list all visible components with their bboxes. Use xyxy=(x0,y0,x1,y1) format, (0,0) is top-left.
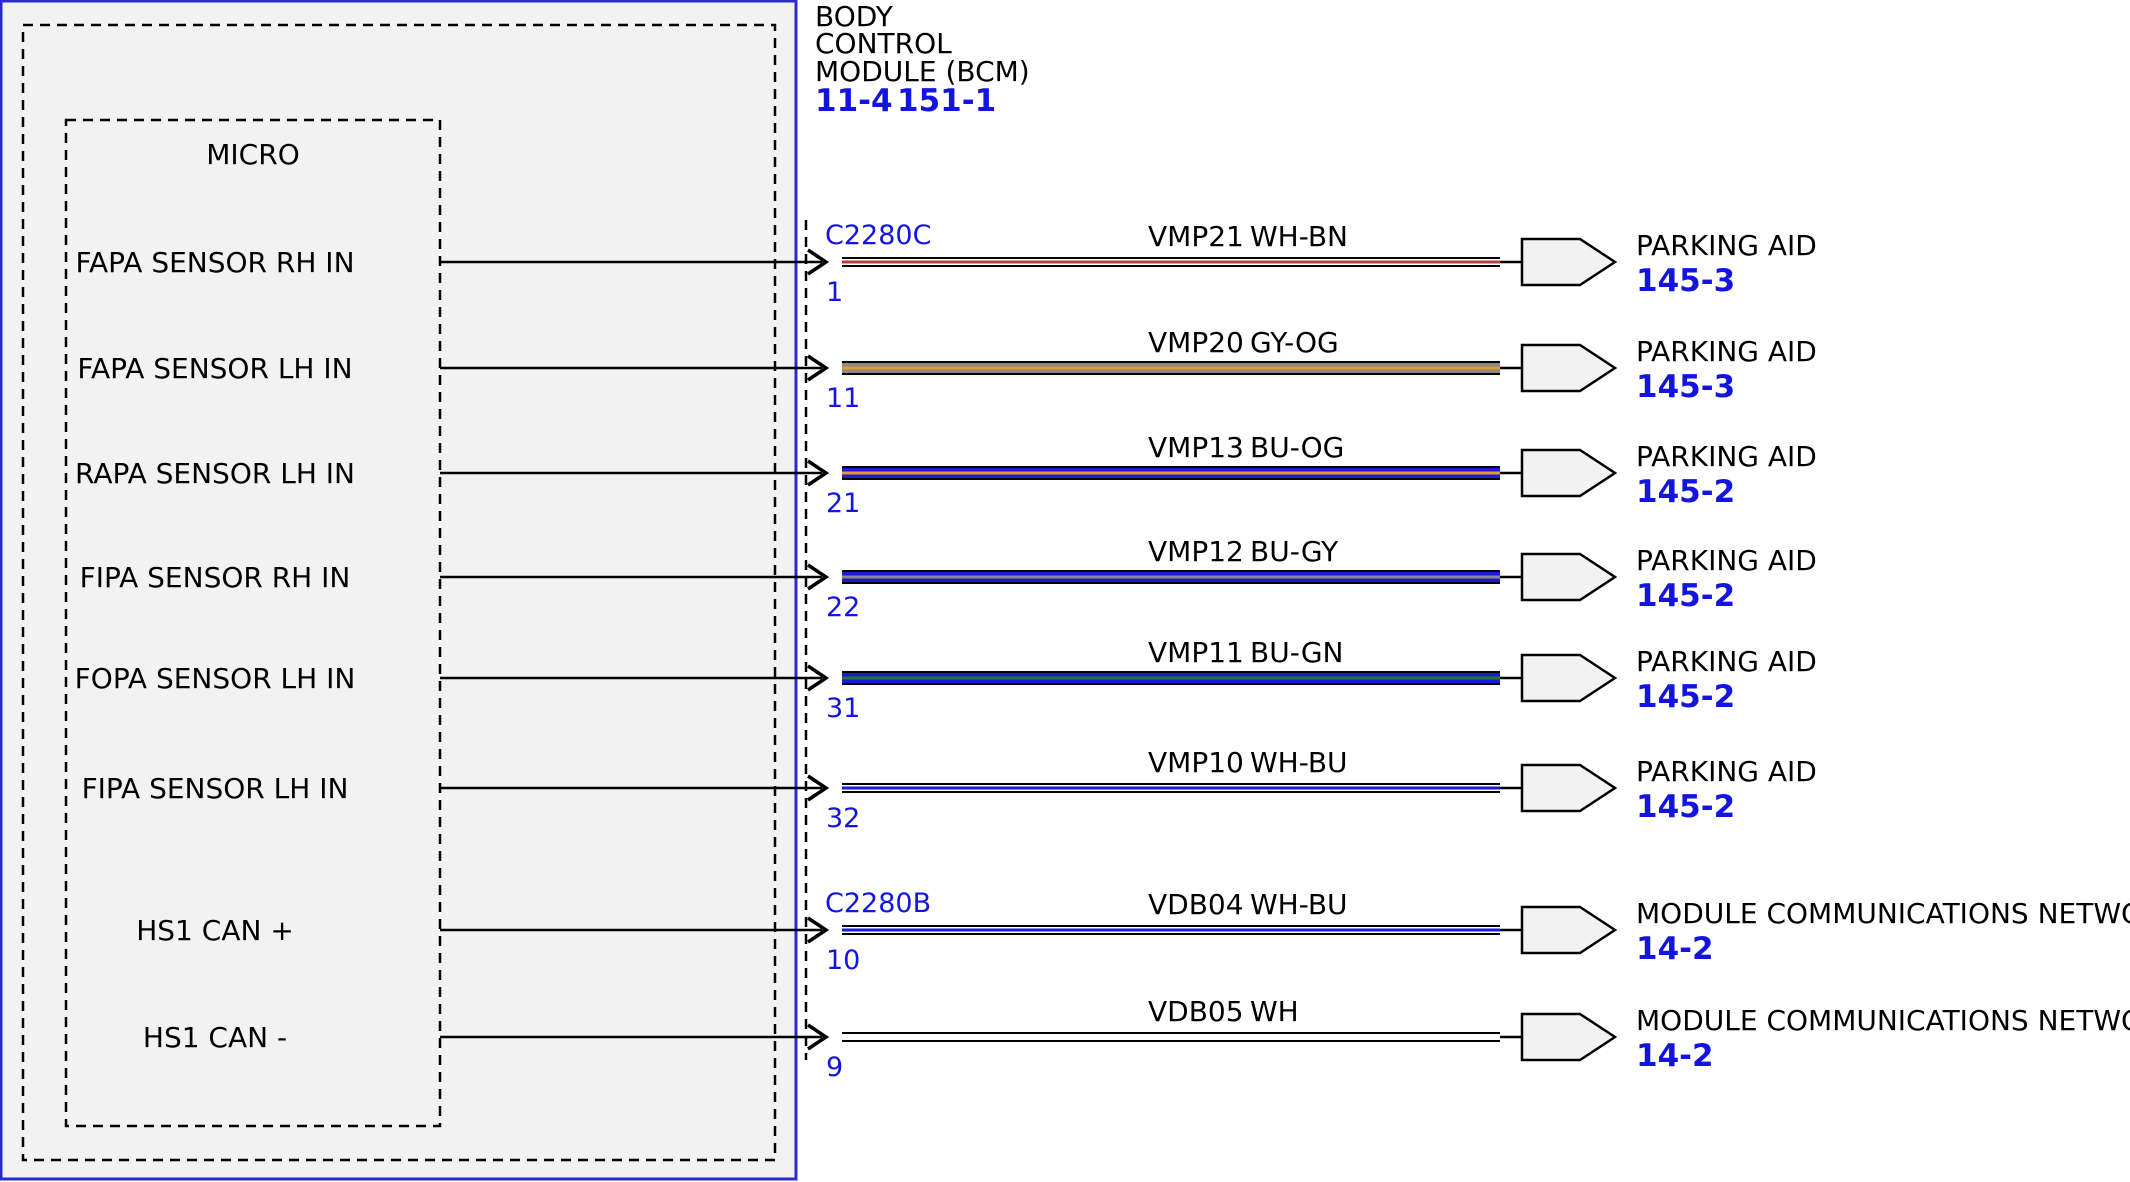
signal-label: HS1 CAN - xyxy=(143,1021,287,1054)
wire-stripe xyxy=(842,471,1500,475)
destination-ref[interactable]: 145-2 xyxy=(1636,679,1735,715)
circuit-id: VMP20 xyxy=(1148,326,1244,359)
connector-label-c2280c: C2280C xyxy=(825,220,931,251)
circuit-id: VMP10 xyxy=(1148,746,1244,779)
destination-arrow[interactable] xyxy=(1520,1012,1618,1062)
wire-stripe xyxy=(842,1035,1500,1039)
signal-label: FIPA SENSOR LH IN xyxy=(82,772,349,805)
destination-arrow[interactable] xyxy=(1520,763,1618,813)
wire-color-code: WH xyxy=(1250,995,1299,1028)
pin-number: 22 xyxy=(826,592,860,623)
wire-stripe xyxy=(842,260,1500,264)
wire-color-code: WH-BU xyxy=(1250,746,1348,779)
wire-color-code: BU-GN xyxy=(1250,636,1343,669)
pin-number: 1 xyxy=(826,277,843,308)
signal-label: RAPA SENSOR LH IN xyxy=(75,457,355,490)
circuit-id: VMP12 xyxy=(1148,535,1244,568)
pin-number: 10 xyxy=(826,945,860,976)
circuit-id: VMP13 xyxy=(1148,431,1244,464)
destination-arrow[interactable] xyxy=(1520,237,1618,287)
destination-label: PARKING AID xyxy=(1636,229,1817,262)
signal-label: HS1 CAN + xyxy=(136,914,294,947)
destination-arrow[interactable] xyxy=(1520,448,1618,498)
pin-number: 21 xyxy=(826,488,860,519)
wire-color-code: BU-OG xyxy=(1250,431,1344,464)
destination-arrow[interactable] xyxy=(1520,552,1618,602)
pin-number: 31 xyxy=(826,693,860,724)
destination-ref[interactable]: 145-2 xyxy=(1636,474,1735,510)
circuit-id: VMP11 xyxy=(1148,636,1244,669)
wire-stripe xyxy=(842,676,1500,680)
destination-arrow[interactable] xyxy=(1520,653,1618,703)
destination-label: MODULE COMMUNICATIONS NETWORK xyxy=(1636,897,2130,930)
module-ref-1[interactable]: 11-4 xyxy=(815,83,893,119)
pin-number: 9 xyxy=(826,1052,843,1083)
signal-label: FAPA SENSOR RH IN xyxy=(75,246,354,279)
wire-color-code: WH-BU xyxy=(1250,888,1348,921)
destination-ref[interactable]: 145-3 xyxy=(1636,369,1735,405)
destination-label: PARKING AID xyxy=(1636,755,1817,788)
wire-stripe xyxy=(842,366,1500,370)
destination-ref[interactable]: 14-2 xyxy=(1636,931,1714,967)
circuit-id: VDB05 xyxy=(1148,995,1244,1028)
destination-arrow[interactable] xyxy=(1520,905,1618,955)
signal-label: FIPA SENSOR RH IN xyxy=(80,561,351,594)
wire-color-code: BU-GY xyxy=(1250,535,1339,568)
wire-stripe xyxy=(842,928,1500,932)
micro-label: MICRO xyxy=(206,138,299,171)
destination-arrow[interactable] xyxy=(1520,343,1618,393)
circuit-id: VDB04 xyxy=(1148,888,1244,921)
destination-label: PARKING AID xyxy=(1636,335,1817,368)
module-ref-2[interactable]: 151-1 xyxy=(897,83,996,119)
wire-color-code: WH-BN xyxy=(1250,220,1348,253)
destination-ref[interactable]: 145-3 xyxy=(1636,263,1735,299)
wire-stripe xyxy=(842,575,1500,579)
destination-label: PARKING AID xyxy=(1636,440,1817,473)
wire-color-code: GY-OG xyxy=(1250,326,1339,359)
wiring-diagram: MICRO BODY CONTROL MODULE (BCM) 11-4 151… xyxy=(0,0,2130,1181)
signal-label: FAPA SENSOR LH IN xyxy=(77,352,352,385)
destination-label: MODULE COMMUNICATIONS NETWORK xyxy=(1636,1004,2130,1037)
wire-stripe xyxy=(842,786,1500,790)
connector-label-c2280b: C2280B xyxy=(825,888,931,919)
pin-number: 32 xyxy=(826,803,860,834)
destination-ref[interactable]: 145-2 xyxy=(1636,789,1735,825)
destination-ref[interactable]: 145-2 xyxy=(1636,578,1735,614)
destination-ref[interactable]: 14-2 xyxy=(1636,1038,1714,1074)
pin-number: 11 xyxy=(826,383,860,414)
destination-label: PARKING AID xyxy=(1636,544,1817,577)
destination-label: PARKING AID xyxy=(1636,645,1817,678)
circuit-id: VMP21 xyxy=(1148,220,1244,253)
signal-label: FOPA SENSOR LH IN xyxy=(75,662,356,695)
